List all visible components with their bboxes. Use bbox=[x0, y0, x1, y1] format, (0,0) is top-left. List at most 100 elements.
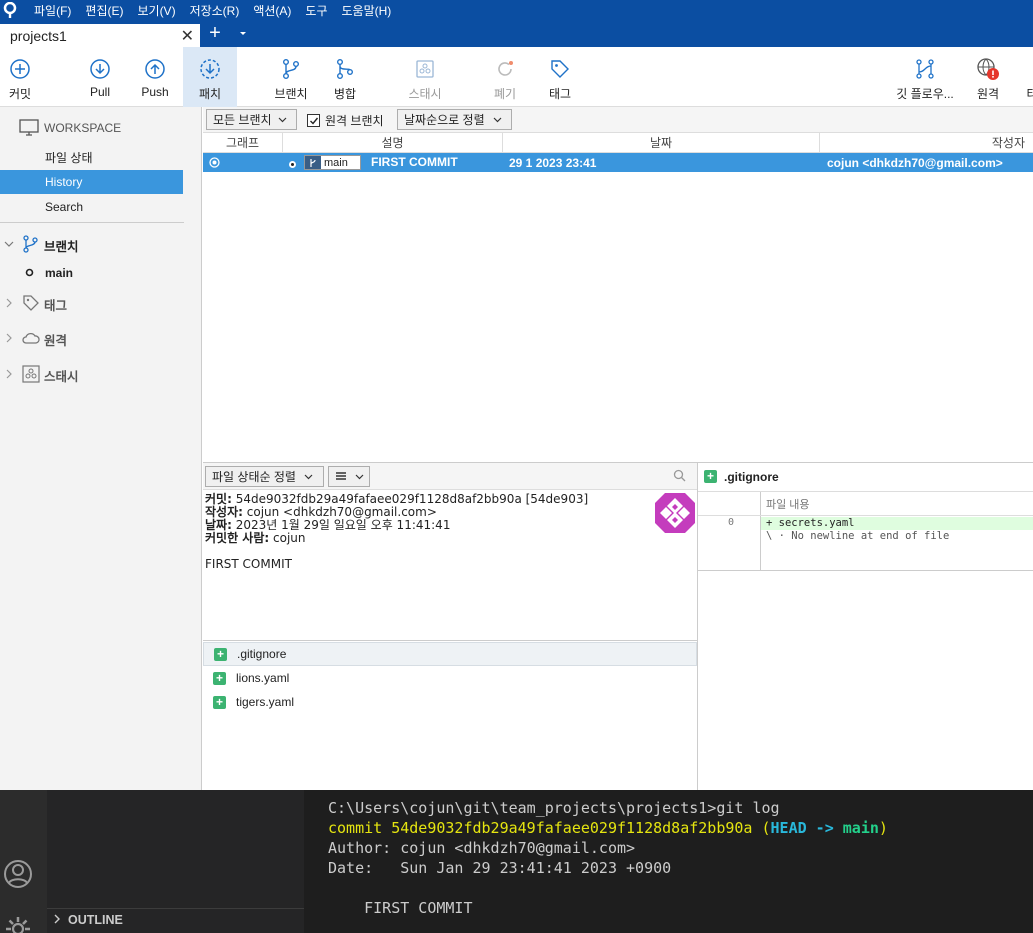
workspace-label: WORKSPACE bbox=[44, 121, 122, 135]
list-icon bbox=[335, 470, 347, 484]
sort-dropdown[interactable]: 날짜순으로 정렬 bbox=[397, 109, 512, 130]
globe-warning-icon bbox=[976, 57, 1000, 81]
terminal-label: 터 bbox=[1026, 87, 1033, 101]
commit-row[interactable]: main FIRST COMMIT 29 1 2023 23:41 cojun … bbox=[203, 153, 1033, 172]
fetch-label: 패치 bbox=[198, 87, 222, 101]
search-icon[interactable] bbox=[673, 469, 686, 485]
tags-label: 태그 bbox=[44, 298, 68, 313]
branch-label: 브랜치 bbox=[274, 87, 308, 101]
detail-commit-value[interactable]: 54de9032fdb29a49fafaee029f1128d8af2bb90a… bbox=[236, 492, 588, 506]
diff-hunk-header: 파일 내용 bbox=[766, 499, 810, 511]
menu-repository[interactable]: 저장소(R) bbox=[190, 2, 240, 19]
remote-branch-checkbox[interactable]: 원격 브랜치 bbox=[307, 112, 384, 129]
pull-button[interactable]: Pull bbox=[82, 47, 118, 107]
graph-node-icon bbox=[209, 157, 220, 171]
sidebar-section-branches[interactable]: 브랜치 bbox=[0, 233, 202, 257]
column-date[interactable]: 날짜 bbox=[503, 133, 820, 153]
settings-gear-icon[interactable] bbox=[2, 913, 34, 933]
sidebar-item-branch-main[interactable]: main bbox=[0, 261, 202, 285]
tag-label: 태그 bbox=[548, 87, 572, 101]
commit-author: cojun <dhkdzh70@gmail.com> bbox=[827, 156, 1003, 170]
stashes-label: 스태시 bbox=[44, 369, 79, 384]
chevron-right-icon bbox=[53, 913, 62, 927]
menu-actions[interactable]: 액션(A) bbox=[253, 2, 291, 19]
sidebar-item-search[interactable]: Search bbox=[0, 195, 202, 219]
push-label: Push bbox=[141, 85, 169, 99]
sidebar-section-stashes[interactable]: 스태시 bbox=[0, 363, 202, 387]
column-graph[interactable]: 그래프 bbox=[203, 133, 283, 153]
terminal-button[interactable]: 터 bbox=[1022, 47, 1033, 107]
pull-label: Pull bbox=[89, 85, 110, 99]
file-row-lions[interactable]: + lions.yaml bbox=[203, 666, 697, 690]
changed-files-list: + .gitignore + lions.yaml + tigers.yaml bbox=[203, 640, 697, 790]
branch-main-label: main bbox=[45, 266, 74, 280]
outline-label: OUTLINE bbox=[68, 913, 123, 927]
menu-file[interactable]: 파일(F) bbox=[34, 2, 71, 19]
gitflow-button[interactable]: 깃 플로우... bbox=[892, 47, 958, 107]
file-name: tigers.yaml bbox=[236, 695, 295, 709]
detail-commit-label: 커밋: bbox=[205, 492, 232, 506]
sidebar-item-file-status[interactable]: 파일 상태 bbox=[0, 145, 202, 169]
file-sort-dropdown[interactable]: 파일 상태순 정렬 bbox=[205, 466, 324, 487]
gitflow-label: 깃 플로우... bbox=[896, 87, 954, 101]
search-label: Search bbox=[45, 200, 84, 214]
checkbox-checked-icon[interactable] bbox=[307, 114, 320, 127]
tag-button[interactable]: 태그 bbox=[543, 47, 577, 107]
tag-icon bbox=[22, 294, 42, 315]
remote-button[interactable]: 원격 bbox=[972, 47, 1004, 107]
diff-hunk: 파일 내용 0 + secrets.yaml \ · No newline at… bbox=[698, 491, 1033, 571]
commit-button[interactable]: 커밋 bbox=[0, 47, 40, 107]
file-row-tigers[interactable]: + tigers.yaml bbox=[203, 690, 697, 714]
diff-added-line: + secrets.yaml bbox=[766, 517, 855, 529]
branch-icon bbox=[22, 234, 42, 257]
current-branch-dot-icon bbox=[25, 266, 35, 280]
gitflow-icon bbox=[913, 57, 937, 81]
menu-tools[interactable]: 도구 bbox=[305, 2, 327, 19]
push-button[interactable]: Push bbox=[137, 47, 173, 107]
file-added-icon: + bbox=[214, 647, 227, 661]
close-tab-icon[interactable]: ✕ bbox=[181, 26, 194, 46]
terminal-message-line: FIRST COMMIT bbox=[328, 899, 473, 917]
menu-view[interactable]: 보기(V) bbox=[137, 2, 175, 19]
diff-gutter-divider bbox=[760, 492, 761, 571]
diff-file-header: + .gitignore bbox=[698, 463, 1033, 490]
fetch-button[interactable]: 패치 bbox=[183, 47, 237, 107]
arrow-up-circle-icon bbox=[143, 57, 167, 81]
plus-circle-icon bbox=[8, 57, 32, 81]
tag-icon bbox=[548, 57, 572, 81]
account-icon[interactable] bbox=[2, 858, 34, 893]
avatar bbox=[655, 493, 695, 533]
menu-edit[interactable]: 편집(E) bbox=[85, 2, 123, 19]
detail-committer-line: 커밋한 사람: cojun bbox=[205, 532, 695, 545]
outline-section[interactable]: OUTLINE bbox=[53, 913, 123, 927]
tab-projects1[interactable]: projects1 ✕ bbox=[0, 24, 200, 47]
remote-label: 원격 bbox=[976, 87, 1000, 101]
terminal-output[interactable]: C:\Users\cojun\git\team_projects\project… bbox=[328, 798, 888, 918]
column-description[interactable]: 설명 bbox=[283, 133, 503, 153]
branch-badge-label: main bbox=[324, 156, 348, 169]
chevron-down-icon bbox=[304, 470, 313, 484]
tab-menu-chevron-icon[interactable] bbox=[238, 28, 250, 40]
stash-button[interactable]: 스태시 bbox=[403, 47, 447, 107]
view-mode-dropdown[interactable] bbox=[328, 466, 370, 487]
branch-button[interactable]: 브랜치 bbox=[271, 47, 311, 107]
sidebar-section-remotes[interactable]: 원격 bbox=[0, 327, 202, 351]
merge-label: 병합 bbox=[333, 87, 357, 101]
history-filter-bar: 모든 브랜치 원격 브랜치 날짜순으로 정렬 bbox=[203, 107, 1033, 133]
stash-icon bbox=[22, 364, 42, 386]
branch-badge: main bbox=[304, 155, 361, 170]
file-row-gitignore[interactable]: + .gitignore bbox=[203, 642, 697, 666]
discard-button[interactable]: 폐기 bbox=[488, 47, 522, 107]
sidebar-section-tags[interactable]: 태그 bbox=[0, 292, 202, 316]
chevron-down-icon bbox=[278, 113, 287, 127]
new-tab-button[interactable]: + bbox=[205, 23, 225, 43]
branch-filter-dropdown[interactable]: 모든 브랜치 bbox=[206, 109, 297, 130]
file-sort-value: 파일 상태순 정렬 bbox=[212, 470, 296, 484]
merge-button[interactable]: 병합 bbox=[327, 47, 363, 107]
menu-help[interactable]: 도움말(H) bbox=[342, 2, 392, 19]
discard-icon bbox=[493, 57, 517, 81]
sidebar-item-history[interactable]: History bbox=[0, 170, 183, 194]
terminal-head-ref: HEAD -> bbox=[770, 819, 843, 837]
column-author[interactable]: 작성자 bbox=[820, 133, 1033, 153]
